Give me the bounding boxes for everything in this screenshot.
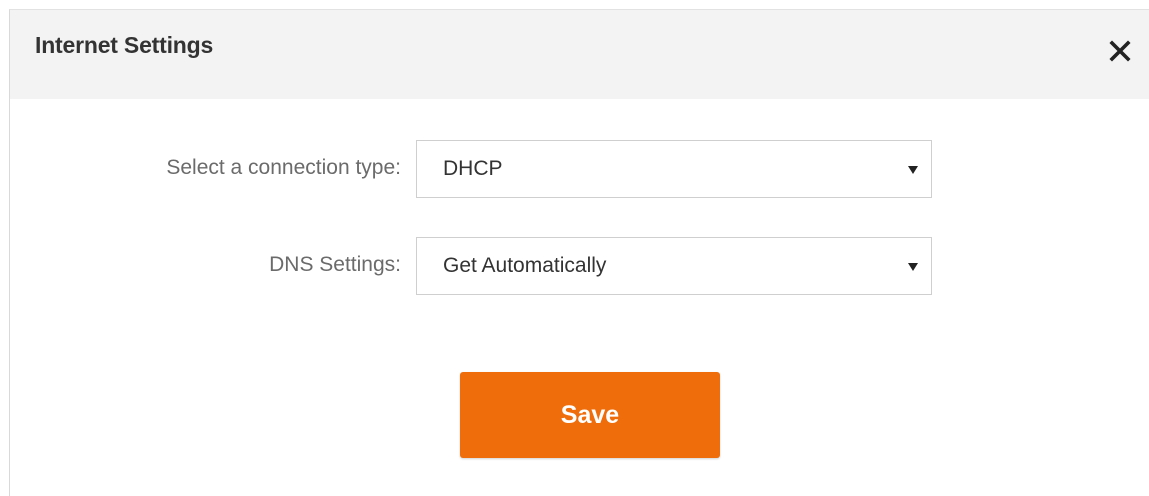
dns-settings-row: DNS Settings: Get Automatically — [10, 237, 1149, 295]
dialog-title: Internet Settings — [35, 32, 214, 58]
dns-settings-select[interactable]: Get Automatically — [416, 237, 932, 295]
connection-type-value: DHCP — [443, 157, 503, 180]
connection-type-label: Select a connection type: — [166, 156, 401, 179]
dns-settings-value: Get Automatically — [443, 254, 607, 277]
internet-settings-dialog: Internet Settings Select a connection ty… — [9, 9, 1149, 496]
caret-down-icon — [908, 262, 918, 272]
connection-type-row: Select a connection type: DHCP — [10, 140, 1149, 198]
dns-settings-label: DNS Settings: — [269, 253, 401, 276]
dialog-header: Internet Settings — [10, 10, 1149, 99]
caret-down-icon — [908, 165, 918, 175]
close-icon — [1109, 40, 1131, 62]
connection-type-select[interactable]: DHCP — [416, 140, 932, 198]
save-button[interactable]: Save — [460, 372, 720, 458]
close-button[interactable] — [1107, 38, 1133, 64]
